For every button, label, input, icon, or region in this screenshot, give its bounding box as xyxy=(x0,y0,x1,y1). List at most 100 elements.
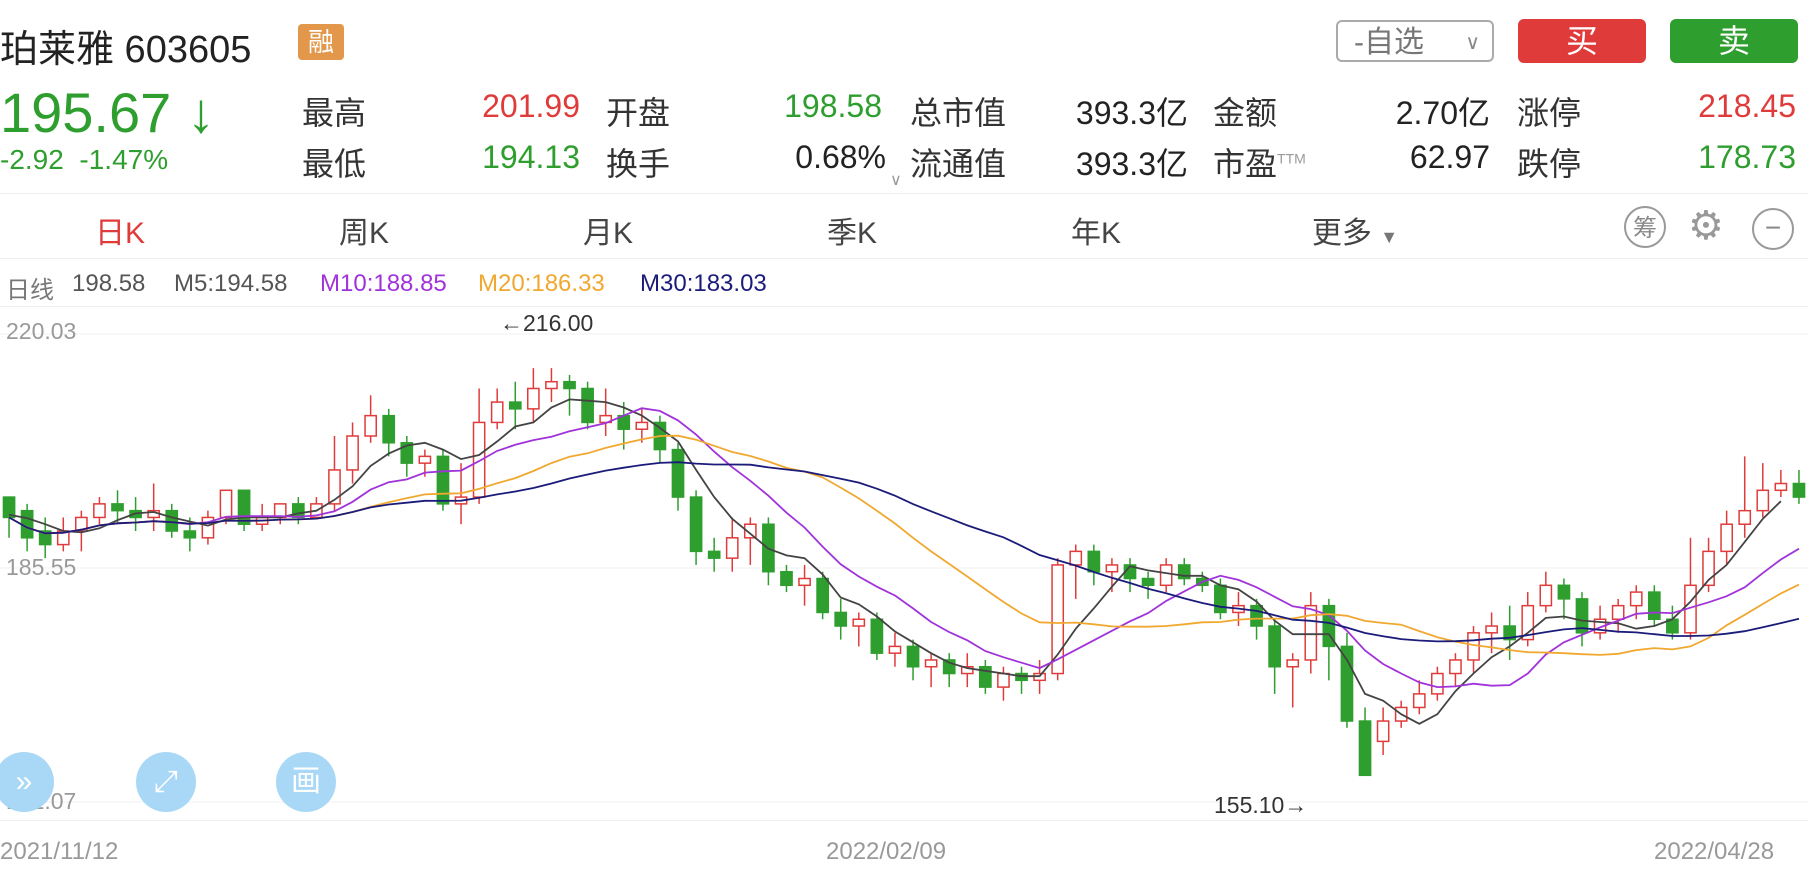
candle-up xyxy=(635,421,649,430)
tab-week-k[interactable]: 周K xyxy=(304,208,424,252)
candle-down xyxy=(689,496,703,553)
candle-up xyxy=(888,645,902,654)
expand-chevron-icon[interactable]: ∨ xyxy=(890,170,902,190)
price-change: -2.92 -1.47% xyxy=(0,144,168,176)
legend-divider xyxy=(0,306,1808,307)
candle-up xyxy=(924,659,938,668)
candle-up xyxy=(1738,509,1752,525)
candle-down xyxy=(20,509,34,539)
candle-up xyxy=(364,414,377,437)
candle-up xyxy=(852,618,866,627)
candle-up xyxy=(418,455,432,464)
chevron-down-icon: ∨ xyxy=(1465,32,1480,54)
fullscreen-icon[interactable]: ⤢ xyxy=(136,752,196,812)
candle-down xyxy=(563,380,576,390)
ma5-legend: M5:194.58 xyxy=(174,270,288,297)
chart-bottom-divider xyxy=(0,820,1808,821)
candle-up xyxy=(1412,693,1426,709)
candle-down xyxy=(1087,550,1101,573)
candle-up xyxy=(93,503,106,519)
limitup-label: 涨停 xyxy=(1517,95,1582,131)
candle-up xyxy=(1720,523,1733,553)
candle-down xyxy=(111,503,124,512)
tab-more[interactable]: 更多 ▼ xyxy=(1280,208,1430,252)
limitup-value: 218.45 xyxy=(1698,88,1796,124)
zoom-out-icon[interactable]: − xyxy=(1752,208,1794,250)
tab-month-k[interactable]: 月K xyxy=(548,208,668,252)
limitdown-label: 跌停 xyxy=(1517,146,1582,182)
x-tick-end: 2022/04/28 xyxy=(1654,838,1775,865)
candle-down xyxy=(816,577,829,614)
candle-down xyxy=(707,550,721,559)
mktcap-value: 393.3亿 xyxy=(1075,95,1188,131)
ma5-line xyxy=(8,398,1782,725)
candle-up xyxy=(1449,659,1462,675)
candle-up xyxy=(997,672,1010,688)
drawing-tool-icon[interactable]: 画 xyxy=(276,752,336,812)
buy-button[interactable]: 买 xyxy=(1518,19,1646,63)
candle-down xyxy=(1792,482,1806,498)
candlestick-chart[interactable] xyxy=(0,308,1808,828)
open-value: 198.58 xyxy=(784,88,882,124)
ma-last: 198.58 xyxy=(72,270,146,297)
x-tick-start: 2021/11/12 xyxy=(0,838,119,865)
candle-up xyxy=(1629,591,1643,607)
gear-icon[interactable]: ⚙ xyxy=(1688,203,1724,249)
candle-up xyxy=(1286,659,1300,668)
candle-up xyxy=(1069,550,1083,566)
candle-down xyxy=(1647,591,1661,620)
turnover-value: 0.68% xyxy=(795,139,886,175)
open-label: 开盘 xyxy=(606,95,671,131)
candle-up xyxy=(1756,489,1770,512)
candle-down xyxy=(671,448,685,498)
chip-distribution-icon[interactable]: 筹 xyxy=(1624,206,1666,248)
pe-value: 62.97 xyxy=(1409,139,1490,175)
candle-up xyxy=(1376,720,1390,743)
watchlist-dropdown[interactable]: -自选 ∨ xyxy=(1336,20,1494,62)
limitdown-value: 178.73 xyxy=(1698,139,1796,175)
candle-up xyxy=(527,387,540,410)
pe-ttm-sup: TTM xyxy=(1277,150,1306,167)
current-price: 195.67 ↓ xyxy=(0,80,215,145)
candle-up xyxy=(1485,625,1498,634)
amount-value: 2.70亿 xyxy=(1395,95,1490,131)
candle-up xyxy=(1611,604,1625,620)
candle-up xyxy=(1774,482,1788,492)
y-tick-mid: 185.55 xyxy=(6,554,77,580)
candle-down xyxy=(870,618,884,654)
sell-button[interactable]: 卖 xyxy=(1670,19,1798,63)
candle-up xyxy=(219,489,233,519)
candle-down xyxy=(1214,584,1227,614)
low-value: 194.13 xyxy=(482,139,580,175)
candle-up xyxy=(1105,564,1119,573)
candle-down xyxy=(834,611,848,627)
tab-year-k[interactable]: 年K xyxy=(1036,208,1156,252)
tab-more-label: 更多 xyxy=(1311,217,1372,250)
low-label: 最低 xyxy=(302,146,367,182)
ma-kind: 日线 xyxy=(6,277,54,304)
pe-label-text: 市盈 xyxy=(1213,146,1278,182)
candle-up xyxy=(490,401,504,424)
candle-down xyxy=(2,496,16,519)
candle-up xyxy=(725,537,739,559)
candle-down xyxy=(780,570,793,587)
header-divider xyxy=(0,193,1808,194)
tab-quarter-k[interactable]: 季K xyxy=(792,208,912,252)
margin-badge: 融 xyxy=(298,24,344,60)
turnover-label: 换手 xyxy=(606,146,671,182)
candle-down xyxy=(1557,584,1571,600)
ma10-legend: M10:188.85 xyxy=(320,270,447,297)
stock-title: 珀莱雅 603605 xyxy=(0,29,252,71)
pe-label: 市盈TTM xyxy=(1213,139,1306,185)
tabs-divider xyxy=(0,258,1808,259)
high-value: 201.99 xyxy=(482,88,580,124)
watchlist-label: -自选 xyxy=(1354,26,1424,59)
change-value: -2.92 xyxy=(0,144,64,175)
candle-up xyxy=(1304,604,1318,661)
mktcap-label: 总市值 xyxy=(910,95,1007,131)
y-tick-high: 220.03 xyxy=(6,318,77,344)
x-tick-mid: 2022/02/09 xyxy=(826,838,947,865)
candle-down xyxy=(382,414,396,444)
candle-down xyxy=(436,455,450,505)
tab-day-k[interactable]: 日K xyxy=(60,208,180,252)
